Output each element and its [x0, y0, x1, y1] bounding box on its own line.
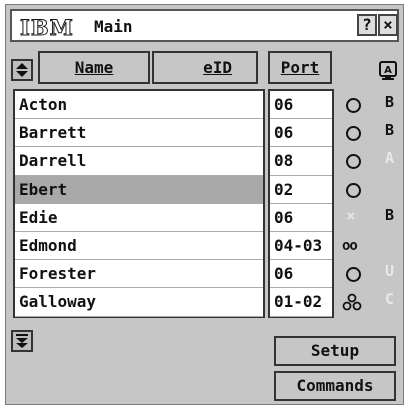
table-row[interactable]: Galloway: [15, 288, 263, 317]
channel-label: B: [385, 121, 395, 140]
table-row-selected[interactable]: Ebert: [15, 175, 263, 204]
help-button[interactable]: ?: [357, 14, 377, 36]
online-circle-icon: [346, 154, 361, 170]
online-circle-icon: [346, 182, 361, 198]
ibm-logo: IBM: [20, 15, 74, 41]
sort-arrows-icon[interactable]: [11, 59, 33, 81]
column-header-port-label: Port: [280, 58, 320, 77]
port-cell[interactable]: 02: [270, 176, 332, 204]
column-header-name-label: Name: [74, 58, 114, 77]
channel-label: B: [385, 93, 395, 111]
table-row[interactable]: Edie: [15, 204, 263, 232]
channel-label: B: [385, 205, 395, 224]
port-cell[interactable]: 06: [270, 204, 332, 232]
status-row: U: [338, 260, 404, 288]
status-row: B: [338, 91, 404, 119]
table-row[interactable]: Forester: [15, 260, 263, 289]
port-cell[interactable]: 04-03: [270, 232, 332, 261]
server-name-list[interactable]: Acton Barrett Darrell Ebert Edie Edmond …: [13, 89, 265, 318]
window-title: Main: [94, 17, 133, 36]
column-header-name[interactable]: Name: [38, 51, 150, 84]
status-row: C: [338, 288, 404, 316]
port-cell[interactable]: 06: [270, 91, 332, 120]
close-button[interactable]: ×: [378, 14, 398, 36]
status-row: × B: [338, 204, 404, 232]
port-cell[interactable]: 08: [270, 147, 332, 176]
channel-label-dim: A: [385, 149, 395, 168]
scroll-down-icon[interactable]: [11, 330, 33, 352]
port-list[interactable]: 06 06 08 02 06 04-03 06 01-02: [268, 89, 334, 318]
title-bar: IBM Main ? ×: [10, 9, 399, 42]
table-row[interactable]: Acton: [15, 91, 263, 120]
port-cell[interactable]: 06: [270, 119, 332, 148]
commands-button[interactable]: Commands: [274, 371, 396, 401]
status-column: B B A × B oo U C: [338, 91, 404, 317]
svg-text:A: A: [384, 65, 392, 76]
table-row[interactable]: Edmond: [15, 232, 263, 261]
setup-button[interactable]: Setup: [274, 336, 396, 366]
column-header-eid[interactable]: eID: [152, 51, 258, 84]
status-row: B: [338, 119, 404, 147]
channel-label-dim: C: [385, 290, 395, 309]
table-row[interactable]: Barrett: [15, 119, 263, 148]
offline-x-icon: ×: [346, 205, 356, 225]
status-row: oo: [338, 232, 404, 260]
triple-circle-icon: [342, 293, 362, 311]
double-circle-icon: oo: [342, 237, 358, 254]
online-circle-icon: [346, 98, 361, 113]
column-header-eid-label: eID: [203, 58, 232, 77]
monitor-icon[interactable]: A: [378, 60, 398, 82]
column-header-port[interactable]: Port: [268, 51, 332, 84]
status-row: A: [338, 147, 404, 175]
port-cell[interactable]: 01-02: [270, 288, 332, 317]
online-circle-icon: [346, 126, 361, 142]
channel-label-dim: U: [385, 262, 395, 281]
port-cell[interactable]: 06: [270, 260, 332, 289]
status-row: [338, 176, 404, 204]
online-circle-icon: [346, 267, 361, 283]
table-row[interactable]: Darrell: [15, 147, 263, 176]
